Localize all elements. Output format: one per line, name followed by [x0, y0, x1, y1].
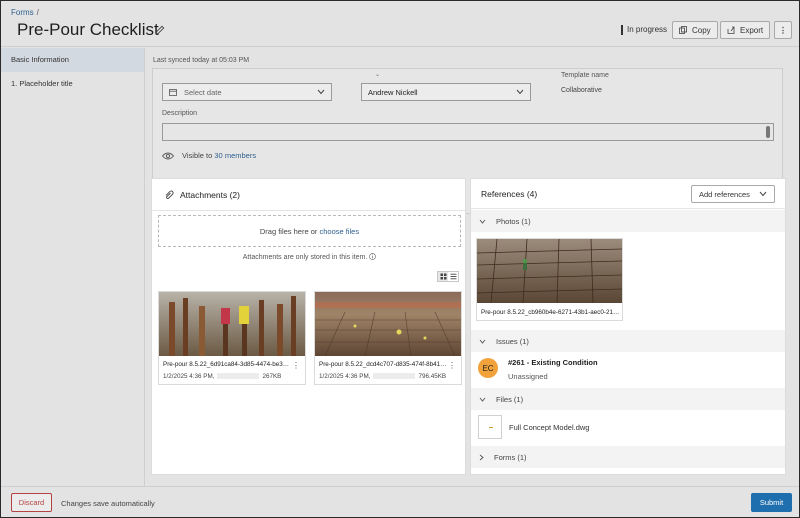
view-toggle [437, 271, 459, 282]
calendar-icon [169, 89, 177, 96]
breadcrumb: Forms / [11, 8, 39, 17]
export-label: Export [740, 25, 764, 35]
chevron-down-icon [479, 339, 486, 344]
drop-text: Drag files here or [259, 227, 318, 236]
visible-text: Visible to [182, 151, 213, 160]
section-files[interactable]: Files (1) [471, 388, 785, 410]
copy-label: Copy [692, 25, 711, 35]
choose-files-link[interactable]: choose files [320, 227, 360, 236]
redacted-author [373, 373, 416, 379]
issue-assignee: Unassigned [508, 372, 548, 381]
attachment-size: 796.45KB [418, 373, 447, 380]
page-title: Pre-Pour Checklist [17, 20, 159, 39]
attachments-note: Attachments are only stored in this item… [152, 253, 467, 261]
attachment-meta: 1/2/2025 4:36 PM, 267KB [163, 373, 281, 380]
sync-status: Last synced today at 05:03 PM [153, 57, 250, 64]
chevron-down-icon [479, 397, 486, 402]
issue-title-link[interactable]: #261 - Existing Condition [508, 358, 598, 367]
visibility-info: Visible to 30 members [162, 151, 256, 160]
status-badge: In progress [621, 25, 667, 35]
avatar: EC [478, 358, 498, 378]
eye-icon [162, 152, 174, 159]
redacted-author [217, 373, 260, 379]
chevron-down-icon [479, 219, 486, 224]
attachment-card[interactable]: Pre-pour 8.5.22_6d91ca84-3d85-4474-be3… … [158, 291, 306, 385]
references-title: References (4) [481, 188, 538, 199]
description-label: Description [162, 110, 198, 117]
page-header: Forms / Pre-Pour Checklist In progress Co… [1, 1, 799, 47]
chevron-down-icon [759, 191, 767, 197]
attachment-meta: 1/2/2025 4:36 PM, 796.45KB [319, 373, 446, 380]
discard-button[interactable]: Discard [11, 493, 52, 512]
assignee-caret: ⌄ [375, 72, 381, 78]
autosave-note: Changes save automatically [61, 499, 155, 508]
attachment-size: 267KB [262, 373, 282, 380]
breadcrumb-forms-link[interactable]: Forms [11, 8, 34, 17]
export-icon [727, 26, 735, 34]
section-issues[interactable]: Issues (1) [471, 330, 785, 352]
copy-icon [679, 26, 687, 34]
list-view-icon[interactable] [448, 272, 458, 281]
section-issues-label: Issues (1) [496, 336, 529, 346]
sidebar-item-basic-information[interactable]: Basic Information [1, 48, 144, 72]
chevron-down-icon [317, 89, 325, 95]
attachment-card[interactable]: Pre-pour 8.5.22_dcd4c707-d835-474f-8b41…… [314, 291, 462, 385]
edit-title-icon[interactable] [155, 25, 165, 35]
export-button[interactable]: Export [720, 21, 771, 39]
attachments-title: Attachments (2) [180, 189, 240, 200]
section-forms[interactable]: Forms (1) [471, 446, 785, 468]
breadcrumb-separator: / [36, 8, 39, 17]
attachment-more-icon[interactable]: ⋮ [448, 361, 456, 370]
section-files-label: Files (1) [496, 394, 524, 404]
assignee-select[interactable]: Andrew Nickell [361, 83, 531, 101]
info-icon [369, 253, 377, 260]
add-references-label: Add references [699, 189, 750, 199]
attachment-thumbnail [315, 292, 461, 357]
date-placeholder: Select date [184, 87, 222, 97]
sidebar: Basic Information 1. Placeholder title [1, 48, 145, 486]
section-photos[interactable]: Photos (1) [471, 210, 785, 232]
app-frame: Forms / Pre-Pour Checklist In progress Co… [0, 0, 800, 518]
attachment-date: 1/2/2025 4:36 PM, [163, 373, 215, 380]
submit-button[interactable]: Submit [751, 493, 792, 512]
references-header: References (4) Add references [471, 179, 785, 209]
chevron-right-icon [479, 454, 484, 460]
references-panel: References (4) Add references Photos (1)… [470, 178, 786, 475]
template-label: Template name [561, 72, 609, 79]
page-footer: Discard Changes save automatically Submi… [1, 486, 799, 517]
attachment-name: Pre-pour 8.5.22_6d91ca84-3d85-4474-be3… [163, 361, 290, 368]
paperclip-icon [165, 189, 174, 199]
scrollbar[interactable] [766, 126, 770, 138]
attachment-thumbnail [159, 292, 305, 356]
attachment-name: Pre-pour 8.5.22_dcd4c707-d835-474f-8b41… [319, 361, 447, 368]
reference-photo-thumbnail [476, 238, 623, 304]
date-picker[interactable]: Select date [162, 83, 332, 101]
more-options-button[interactable]: ⋮ [774, 21, 792, 39]
attachments-note-text: Attachments are only stored in this item… [242, 254, 368, 261]
file-drop-zone[interactable]: Drag files here or choose files [158, 215, 461, 247]
copy-button[interactable]: Copy [672, 21, 718, 39]
chevron-down-icon [516, 89, 524, 95]
reference-photo-name: Pre-pour 8.5.22_cb960b4e-6271-43b1-aec0-… [481, 309, 619, 316]
assignee-value: Andrew Nickell [368, 87, 418, 97]
section-photos-label: Photos (1) [496, 216, 531, 226]
reference-photo-card[interactable]: Pre-pour 8.5.22_cb960b4e-6271-43b1-aec0-… [476, 238, 623, 321]
description-field[interactable] [162, 123, 774, 141]
grid-view-icon[interactable] [438, 272, 448, 281]
sidebar-item-placeholder-title[interactable]: 1. Placeholder title [1, 72, 144, 96]
attachment-more-icon[interactable]: ⋮ [292, 361, 300, 370]
attachments-header: Attachments (2) [152, 179, 465, 211]
template-value: Collaborative [561, 87, 602, 94]
file-thumbnail-icon [478, 415, 502, 439]
section-forms-label: Forms (1) [494, 452, 527, 462]
reference-file-name-link[interactable]: Full Concept Model.dwg [509, 423, 589, 432]
attachment-date: 1/2/2025 4:36 PM, [319, 373, 371, 380]
attachments-panel: Attachments (2) Drag files here or choos… [151, 178, 466, 475]
add-references-button[interactable]: Add references [691, 185, 775, 203]
members-link[interactable]: 30 members [214, 151, 256, 160]
